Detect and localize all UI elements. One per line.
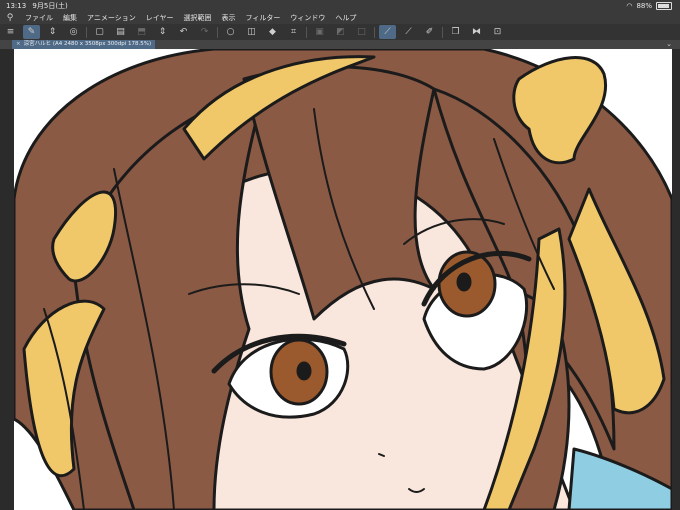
select-all-icon[interactable]: ▣ (311, 25, 328, 39)
eye-left-pupil (296, 361, 312, 381)
tab-close-icon[interactable]: × (16, 40, 21, 49)
menu-file[interactable]: ファイル (20, 12, 58, 24)
menu-window[interactable]: ウィンドウ (285, 12, 330, 24)
eye-right-pupil (456, 272, 472, 292)
wifi-icon: ◠ (626, 2, 633, 10)
crop-icon[interactable]: ⌗ (285, 25, 302, 39)
status-date: 9月5日(土) (32, 2, 68, 10)
app-logo-icon[interactable]: ⚲ (0, 12, 20, 24)
paint-bucket-icon[interactable]: ◆ (264, 25, 281, 39)
hamburger-menu-icon[interactable]: ≡ (2, 25, 19, 39)
pen-settings-icon[interactable]: ✐ (421, 25, 438, 39)
artwork-illustration (14, 49, 672, 510)
redo-icon[interactable]: ↷ (196, 25, 213, 39)
menu-animation[interactable]: アニメーション (82, 12, 141, 24)
copy-layer-icon[interactable]: ❐ (447, 25, 464, 39)
battery-icon (656, 2, 672, 10)
menu-view[interactable]: 表示 (217, 12, 241, 24)
menu-layer[interactable]: レイヤー (141, 12, 179, 24)
menu-edit[interactable]: 編集 (58, 12, 82, 24)
stabilizer-icon[interactable]: ⟋ (379, 25, 396, 39)
menu-filter[interactable]: フィルター (241, 12, 286, 24)
ios-status-bar: 13:13 9月5日(土) ◠ 88% (0, 0, 680, 12)
new-file-icon[interactable]: ▢ (91, 25, 108, 39)
deselect-icon[interactable]: □ (353, 25, 370, 39)
menu-help[interactable]: ヘルプ (330, 12, 361, 24)
vector-icon[interactable]: ⟋ (400, 25, 417, 39)
document-tab-title: 涼宮ハルヒ (A4 2480 x 3508px 300dpi 178.5%) (23, 41, 152, 47)
menu-selection[interactable]: 選択範囲 (179, 12, 217, 24)
invert-selection-icon[interactable]: ◩ (332, 25, 349, 39)
clear-icon[interactable]: ○ (222, 25, 239, 39)
chevron-down-icon[interactable]: ⌄ (666, 40, 672, 49)
updown-chevron-icon-2[interactable]: ⇕ (154, 25, 171, 39)
flip-horizontal-icon[interactable]: ⧓ (468, 25, 485, 39)
drawing-canvas[interactable] (14, 49, 672, 510)
fill-icon[interactable]: ◫ (243, 25, 260, 39)
battery-percent: 88% (636, 2, 652, 10)
undo-icon[interactable]: ↶ (175, 25, 192, 39)
document-tab[interactable]: × 涼宮ハルヒ (A4 2480 x 3508px 300dpi 178.5%) (12, 40, 156, 49)
brush-tool-icon[interactable]: ✎ (23, 25, 40, 39)
transform-icon[interactable]: ⊡ (489, 25, 506, 39)
updown-chevron-icon[interactable]: ⇕ (44, 25, 61, 39)
command-bar: ≡ ✎ ⇕ ◎ ▢ ▤ ⬒ ⇕ ↶ ↷ ○ ◫ ◆ ⌗ ▣ ◩ □ ⟋ ⟋ ✐ … (0, 24, 680, 41)
menu-bar: ⚲ ファイル 編集 アニメーション レイヤー 選択範囲 表示 フィルター ウィン… (0, 12, 680, 24)
status-time: 13:13 (6, 2, 27, 10)
companion-icon[interactable]: ◎ (65, 25, 82, 39)
document-tab-bar: × 涼宮ハルヒ (A4 2480 x 3508px 300dpi 178.5%)… (0, 40, 680, 49)
open-folder-icon[interactable]: ▤ (112, 25, 129, 39)
save-icon[interactable]: ⬒ (133, 25, 150, 39)
